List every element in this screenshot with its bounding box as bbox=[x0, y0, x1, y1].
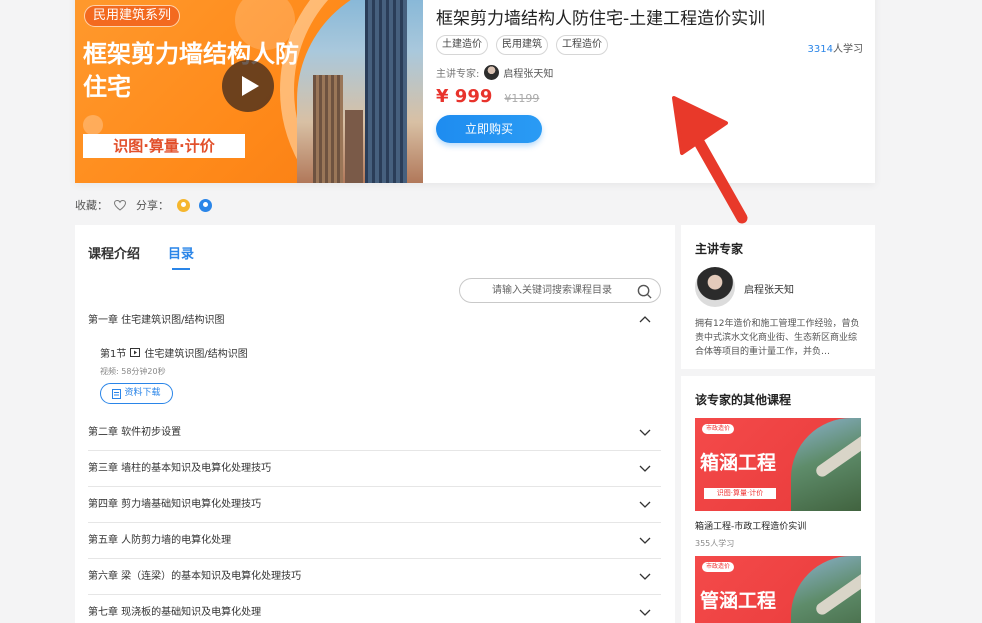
expert-bio: 拥有12年造价和施工管理工作经验，曾负责中式滨水文化商业街、生态新区商业综合体等… bbox=[695, 319, 860, 357]
chapter-title: 第四章 剪力墙基础知识电算化处理技巧 bbox=[88, 499, 262, 510]
chapter-row[interactable]: 第二章 软件初步设置 bbox=[88, 415, 661, 451]
document-icon bbox=[112, 388, 122, 399]
content-tabs: 课程介绍 目录 bbox=[88, 243, 194, 270]
related-cover-title: 管涵工程 bbox=[700, 590, 777, 612]
tab-catalog[interactable]: 目录 bbox=[168, 243, 194, 270]
related-cover-band: 识图·算量·计价 bbox=[704, 488, 776, 499]
chapter-title: 第五章 人防剪力墙的电算化处理 bbox=[88, 535, 232, 546]
cover-band: 识图·算量·计价 bbox=[83, 134, 245, 158]
chapter-row[interactable]: 第三章 墙柱的基本知识及电算化处理技巧 bbox=[88, 451, 661, 487]
related-course-cover[interactable]: 市政造价 箱涵工程 识图·算量·计价 bbox=[695, 418, 861, 511]
share-qzone-icon[interactable] bbox=[177, 198, 190, 212]
buy-now-button[interactable]: 立即购买 bbox=[436, 115, 542, 143]
course-tags: 土建造价 民用建筑 工程造价 bbox=[436, 35, 608, 55]
expert-label: 主讲专家: bbox=[436, 69, 480, 80]
other-courses-panel: 该专家的其他课程 市政造价 箱涵工程 识图·算量·计价 箱涵工程-市政工程造价实… bbox=[681, 376, 875, 623]
catalog-search-input[interactable] bbox=[472, 282, 632, 299]
chapter-row[interactable]: 第七章 现浇板的基础知识及电算化处理 bbox=[88, 595, 661, 623]
expert-avatar[interactable] bbox=[695, 267, 735, 307]
lesson-name: 住宅建筑识图/结构识图 bbox=[144, 349, 248, 360]
learners-number: 3314 bbox=[807, 44, 833, 55]
chapter-title: 第七章 现浇板的基础知识及电算化处理 bbox=[88, 607, 262, 618]
chapter-title: 第一章 住宅建筑识图/结构识图 bbox=[88, 315, 225, 326]
related-cover-title: 箱涵工程 bbox=[700, 452, 777, 474]
chapter-row[interactable]: 第一章 住宅建筑识图/结构识图 bbox=[88, 303, 661, 339]
catalog-search bbox=[459, 278, 661, 303]
expert-name-link[interactable]: 启程张天知 bbox=[503, 65, 553, 80]
lesson-title-row: 第1节 住宅建筑识图/结构识图 bbox=[100, 345, 248, 360]
share-label: 分享： bbox=[136, 199, 169, 212]
cover-series-tag: 民用建筑系列 bbox=[84, 5, 181, 27]
related-course-count: 355人学习 bbox=[695, 539, 735, 548]
download-materials-button[interactable]: 资料下载 bbox=[100, 383, 173, 404]
chapter-row[interactable]: 第五章 人防剪力墙的电算化处理 bbox=[88, 523, 661, 559]
learners-count: 3314人学习 bbox=[808, 40, 863, 55]
expert-mini-avatar bbox=[484, 65, 500, 80]
chapter-row[interactable]: 第六章 梁（连梁）的基本知识及电算化处理技巧 bbox=[88, 559, 661, 595]
lesson-number: 第1节 bbox=[100, 349, 127, 360]
related-course-title[interactable]: 箱涵工程-市政工程造价实训 bbox=[695, 519, 806, 532]
lesson-item[interactable]: 第1节 住宅建筑识图/结构识图 视频: 58分钟20秒 资料下载 bbox=[100, 345, 248, 404]
share-qq-icon[interactable] bbox=[199, 198, 212, 212]
other-courses-heading: 该专家的其他课程 bbox=[695, 393, 792, 407]
original-price: ¥1199 bbox=[504, 92, 540, 105]
play-video-button[interactable] bbox=[222, 60, 274, 112]
course-cover[interactable]: 民用建筑系列 框架剪力墙结构人防住宅 识图·算量·计价 bbox=[75, 0, 423, 183]
chapter-row[interactable]: 第四章 剪力墙基础知识电算化处理技巧 bbox=[88, 487, 661, 523]
course-chip: 市政造价 bbox=[702, 424, 735, 434]
annotation-arrow bbox=[672, 96, 748, 224]
chapter-title: 第二章 软件初步设置 bbox=[88, 427, 182, 438]
related-course-cover[interactable]: 市政造价 管涵工程 bbox=[695, 556, 861, 623]
heart-icon[interactable] bbox=[114, 199, 126, 211]
search-icon[interactable] bbox=[637, 284, 652, 299]
chevron-down-icon[interactable] bbox=[639, 426, 651, 438]
price-row: ¥ 999 ¥1199 bbox=[436, 86, 539, 107]
cover-road-image bbox=[791, 418, 861, 511]
chevron-up-icon[interactable] bbox=[639, 314, 651, 326]
chevron-down-icon[interactable] bbox=[639, 534, 651, 546]
play-icon bbox=[242, 76, 259, 96]
expert-panel: 主讲专家 启程张天知 拥有12年造价和施工管理工作经验，曾负责中式滨水文化商业街… bbox=[681, 225, 875, 369]
favorite-share-row: 收藏： 分享： bbox=[75, 197, 212, 213]
course-tag[interactable]: 工程造价 bbox=[556, 35, 608, 55]
course-content-panel: 课程介绍 目录 第一章 住宅建筑识图/结构识图 第1节 住宅建筑识图/结构识图 … bbox=[75, 225, 675, 623]
chevron-down-icon[interactable] bbox=[639, 570, 651, 582]
lesson-duration: 视频: 58分钟20秒 bbox=[100, 367, 166, 376]
course-title: 框架剪力墙结构人防住宅-土建工程造价实训 bbox=[436, 9, 766, 29]
current-price: ¥ 999 bbox=[436, 86, 493, 107]
tab-intro[interactable]: 课程介绍 bbox=[88, 243, 140, 262]
expert-line: 主讲专家: 启程张天知 bbox=[436, 65, 553, 80]
course-chip: 市政造价 bbox=[702, 562, 735, 572]
favorite-label: 收藏： bbox=[75, 199, 108, 212]
chevron-down-icon[interactable] bbox=[639, 462, 651, 474]
course-tag[interactable]: 民用建筑 bbox=[496, 35, 548, 55]
cover-decoration bbox=[83, 115, 103, 135]
chapter-title: 第三章 墙柱的基本知识及电算化处理技巧 bbox=[88, 463, 272, 474]
chevron-down-icon[interactable] bbox=[639, 606, 651, 618]
cover-road-image bbox=[791, 556, 861, 623]
download-label: 资料下载 bbox=[124, 388, 161, 398]
expert-panel-name[interactable]: 启程张天知 bbox=[744, 281, 794, 296]
chapter-title: 第六章 梁（连梁）的基本知识及电算化处理技巧 bbox=[88, 571, 302, 582]
course-tag[interactable]: 土建造价 bbox=[436, 35, 488, 55]
learners-suffix: 人学习 bbox=[833, 44, 863, 55]
chevron-down-icon[interactable] bbox=[639, 498, 651, 510]
expert-panel-heading: 主讲专家 bbox=[695, 242, 744, 256]
video-icon bbox=[130, 348, 141, 357]
